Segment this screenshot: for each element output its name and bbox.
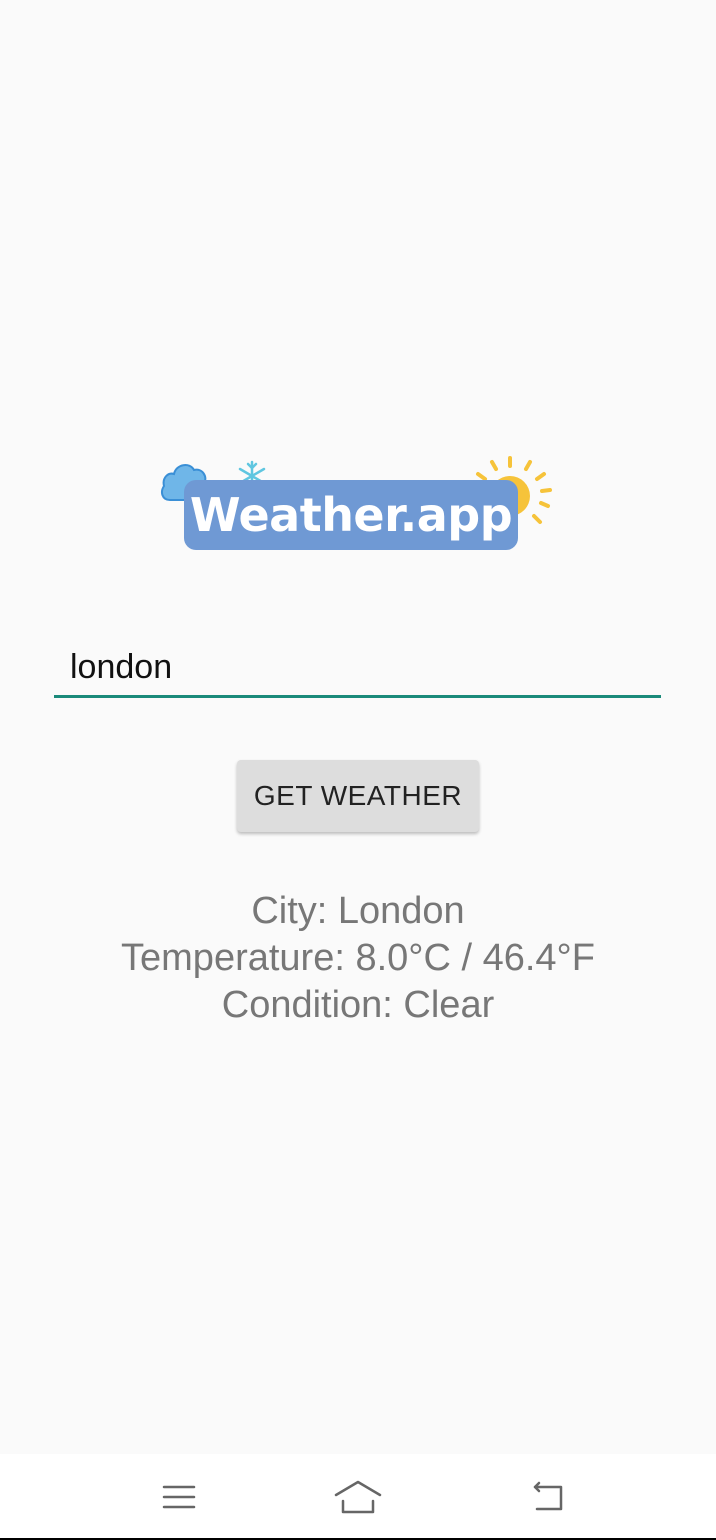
city-input[interactable] (54, 640, 661, 698)
back-icon (533, 1481, 563, 1511)
system-navigation-bar (0, 1454, 716, 1540)
back-button[interactable] (522, 1474, 572, 1520)
menu-icon (162, 1485, 196, 1509)
logo-text: Weather.app (189, 488, 513, 542)
get-weather-button[interactable]: GET WEATHER (237, 760, 479, 832)
city-text: City: London (251, 890, 465, 932)
menu-button[interactable] (154, 1474, 204, 1520)
weather-app-logo: Weather.app (160, 452, 556, 556)
home-button[interactable] (333, 1474, 383, 1520)
weather-result: City: London Temperature: 8.0°C / 46.4°F… (0, 888, 716, 1029)
temperature-text: Temperature: 8.0°C / 46.4°F (121, 937, 595, 979)
app-screen: Weather.app GET WEATHER City: London Tem… (0, 0, 716, 1454)
home-icon (334, 1480, 382, 1514)
condition-text: Condition: Clear (221, 984, 495, 1026)
